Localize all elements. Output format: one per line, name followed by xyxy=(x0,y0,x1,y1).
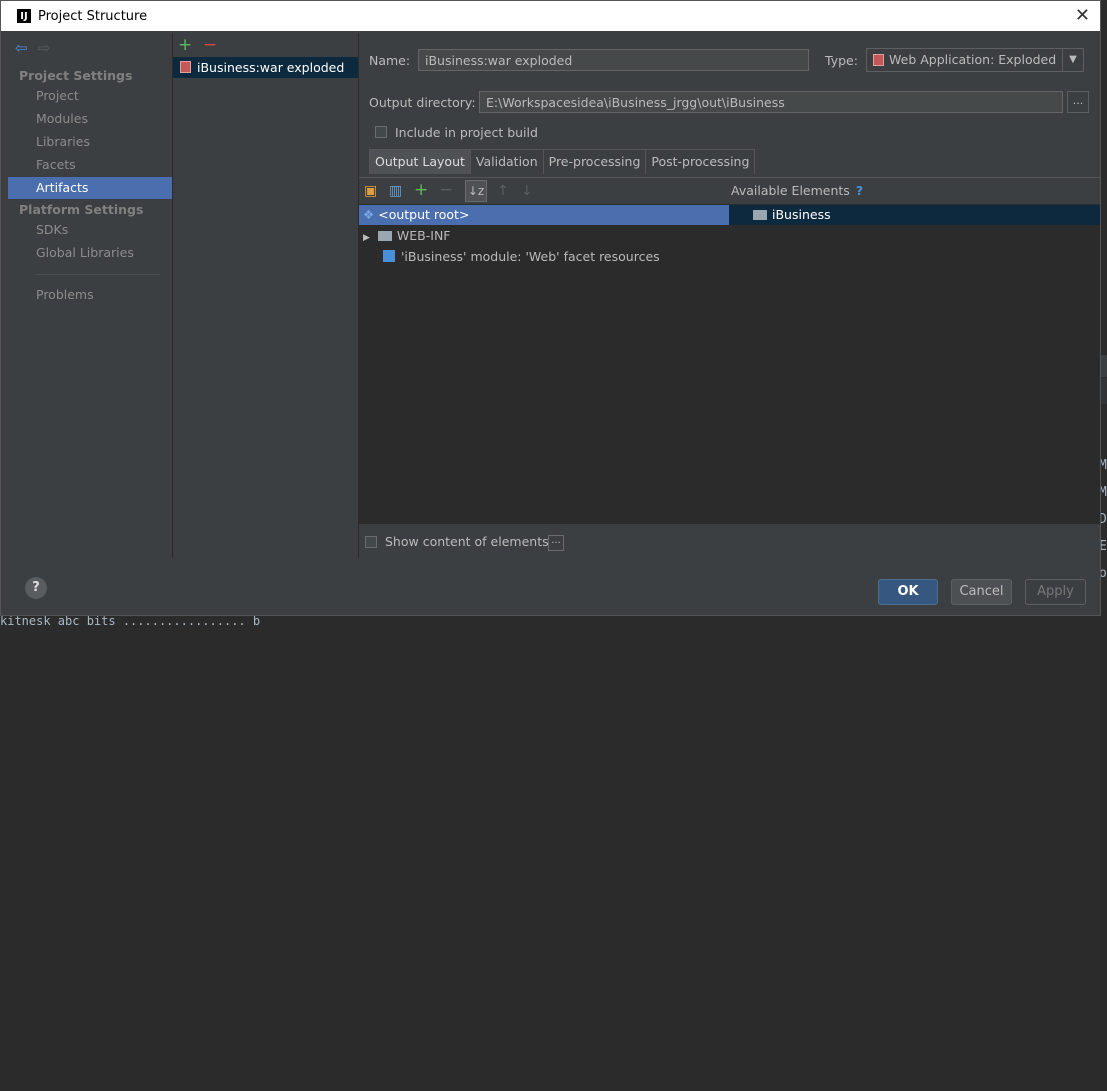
nav-item-modules[interactable]: Modules xyxy=(8,108,172,130)
background-code-char: o xyxy=(1099,566,1107,581)
browse-button[interactable]: ... xyxy=(1067,91,1089,113)
tab-output-layout[interactable]: Output Layout xyxy=(369,149,471,174)
web-app-icon xyxy=(873,54,884,66)
add-artifact-icon[interactable]: + xyxy=(178,35,192,55)
nav-item-libraries[interactable]: Libraries xyxy=(8,131,172,153)
available-elements-header: Available Elements? xyxy=(729,178,1100,204)
project-structure-dialog: IJ Project Structure ✕ ⇦ ⇨ Project Settin… xyxy=(0,0,1101,616)
expand-arrow-icon[interactable]: ▶ xyxy=(363,233,370,243)
web-inf-label: WEB-INF xyxy=(396,228,451,243)
include-build-checkbox[interactable] xyxy=(375,126,387,138)
remove-element-icon[interactable]: − xyxy=(439,180,453,200)
ok-button[interactable]: OK xyxy=(878,579,938,605)
available-element-label: iBusiness xyxy=(772,207,831,222)
module-folder-icon xyxy=(753,210,767,220)
artifact-label: iBusiness:war exploded xyxy=(197,60,345,75)
title-bar: IJ Project Structure ✕ xyxy=(1,1,1100,31)
chevron-down-icon[interactable]: ▼ xyxy=(1062,49,1083,71)
output-dir-label: Output directory: xyxy=(369,95,476,110)
remove-artifact-icon[interactable]: − xyxy=(203,35,217,55)
type-value: Web Application: Exploded xyxy=(889,52,1057,67)
project-settings-header: Project Settings xyxy=(19,68,133,83)
module-icon xyxy=(383,250,395,262)
available-element-row[interactable]: iBusiness xyxy=(729,205,1100,225)
close-icon[interactable]: ✕ xyxy=(1075,5,1090,26)
create-archive-icon[interactable]: ▥ xyxy=(389,183,402,199)
include-build-label: Include in project build xyxy=(395,125,538,140)
background-code-line: kitnesk abc bits ................. b xyxy=(0,614,261,628)
cancel-button[interactable]: Cancel xyxy=(951,579,1012,605)
sort-elements-icon[interactable]: ↓z xyxy=(465,180,487,202)
window-title: Project Structure xyxy=(38,8,148,24)
nav-arrows: ⇦ ⇨ xyxy=(15,39,50,57)
move-up-icon[interactable]: ↑ xyxy=(497,183,509,199)
name-field[interactable]: iBusiness:war exploded xyxy=(418,49,809,71)
intellij-app-icon: IJ xyxy=(17,9,31,23)
nav-divider xyxy=(36,274,160,275)
move-down-icon[interactable]: ↓ xyxy=(521,183,533,199)
show-content-checkbox[interactable] xyxy=(365,536,377,548)
show-content-label: Show content of elements xyxy=(385,534,549,549)
platform-settings-header: Platform Settings xyxy=(19,202,144,217)
tab-pre-processing[interactable]: Pre-processing xyxy=(542,149,647,174)
artifact-details: Name: iBusiness:war exploded Type: Web A… xyxy=(359,33,1100,558)
facet-resources-label: 'iBusiness' module: 'Web' facet resource… xyxy=(401,249,660,264)
available-elements-title: Available Elements xyxy=(731,183,850,198)
artifact-list-panel: + − iBusiness:war exploded xyxy=(173,33,359,558)
artifact-list-item[interactable]: iBusiness:war exploded xyxy=(173,57,358,78)
show-content-options-button[interactable]: ... xyxy=(548,535,564,551)
output-root-node[interactable]: ❖ <output root> xyxy=(359,205,729,225)
nav-item-facets[interactable]: Facets xyxy=(8,154,172,176)
type-label: Type: xyxy=(825,53,858,68)
settings-nav: ⇦ ⇨ Project Settings Project Modules Libr… xyxy=(8,33,173,558)
output-root-icon: ❖ xyxy=(363,207,375,222)
facet-resources-node[interactable]: 'iBusiness' module: 'Web' facet resource… xyxy=(383,247,660,267)
apply-button[interactable]: Apply xyxy=(1025,579,1086,605)
name-label: Name: xyxy=(369,53,411,68)
nav-item-project[interactable]: Project xyxy=(8,85,172,107)
add-copy-icon[interactable]: + xyxy=(414,180,428,200)
output-layout-panel: ▣ ▥ + − ↓z ↑ ↓ Available Elements? ❖ <out… xyxy=(359,177,1100,551)
output-root-label: <output root> xyxy=(378,207,470,222)
layout-toolbar: ▣ ▥ + − ↓z ↑ ↓ xyxy=(359,178,729,204)
nav-item-problems[interactable]: Problems xyxy=(8,284,172,306)
nav-item-global-libraries[interactable]: Global Libraries xyxy=(8,242,172,264)
war-artifact-icon xyxy=(180,61,191,73)
forward-arrow-icon[interactable]: ⇨ xyxy=(38,39,51,57)
web-inf-node[interactable]: ▶ WEB-INF xyxy=(363,226,451,246)
output-dir-field[interactable]: E:\Workspacesidea\iBusiness_jrgg\out\iBu… xyxy=(479,91,1063,113)
folder-icon xyxy=(377,231,392,241)
type-select[interactable]: Web Application: Exploded ▼ xyxy=(866,48,1084,72)
help-icon[interactable]: ? xyxy=(856,183,863,198)
back-arrow-icon[interactable]: ⇦ xyxy=(15,39,28,57)
help-button[interactable]: ? xyxy=(25,577,47,599)
artifact-tabs: Output Layout Validation Pre-processing … xyxy=(369,149,756,174)
create-directory-icon[interactable]: ▣ xyxy=(364,183,377,199)
nav-item-artifacts[interactable]: Artifacts xyxy=(8,177,172,199)
tab-post-processing[interactable]: Post-processing xyxy=(645,149,756,174)
tab-validation[interactable]: Validation xyxy=(469,149,544,174)
nav-item-sdks[interactable]: SDKs xyxy=(8,219,172,241)
